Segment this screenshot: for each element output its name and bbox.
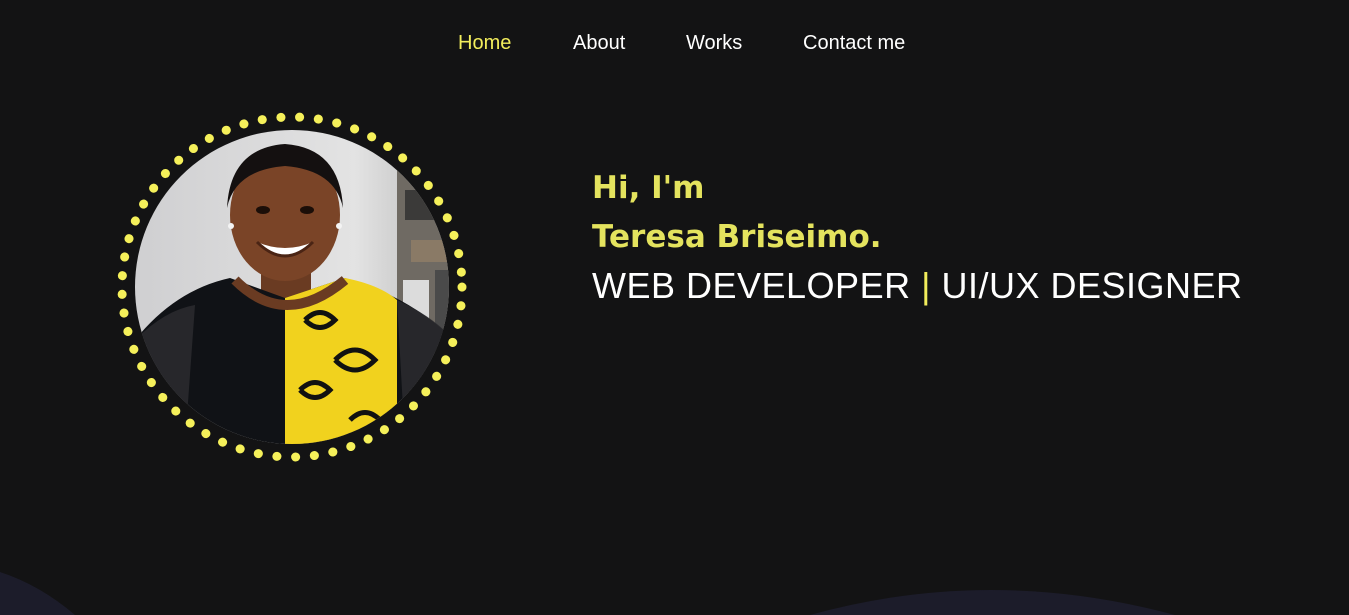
bottom-wave-decoration	[0, 572, 1175, 615]
